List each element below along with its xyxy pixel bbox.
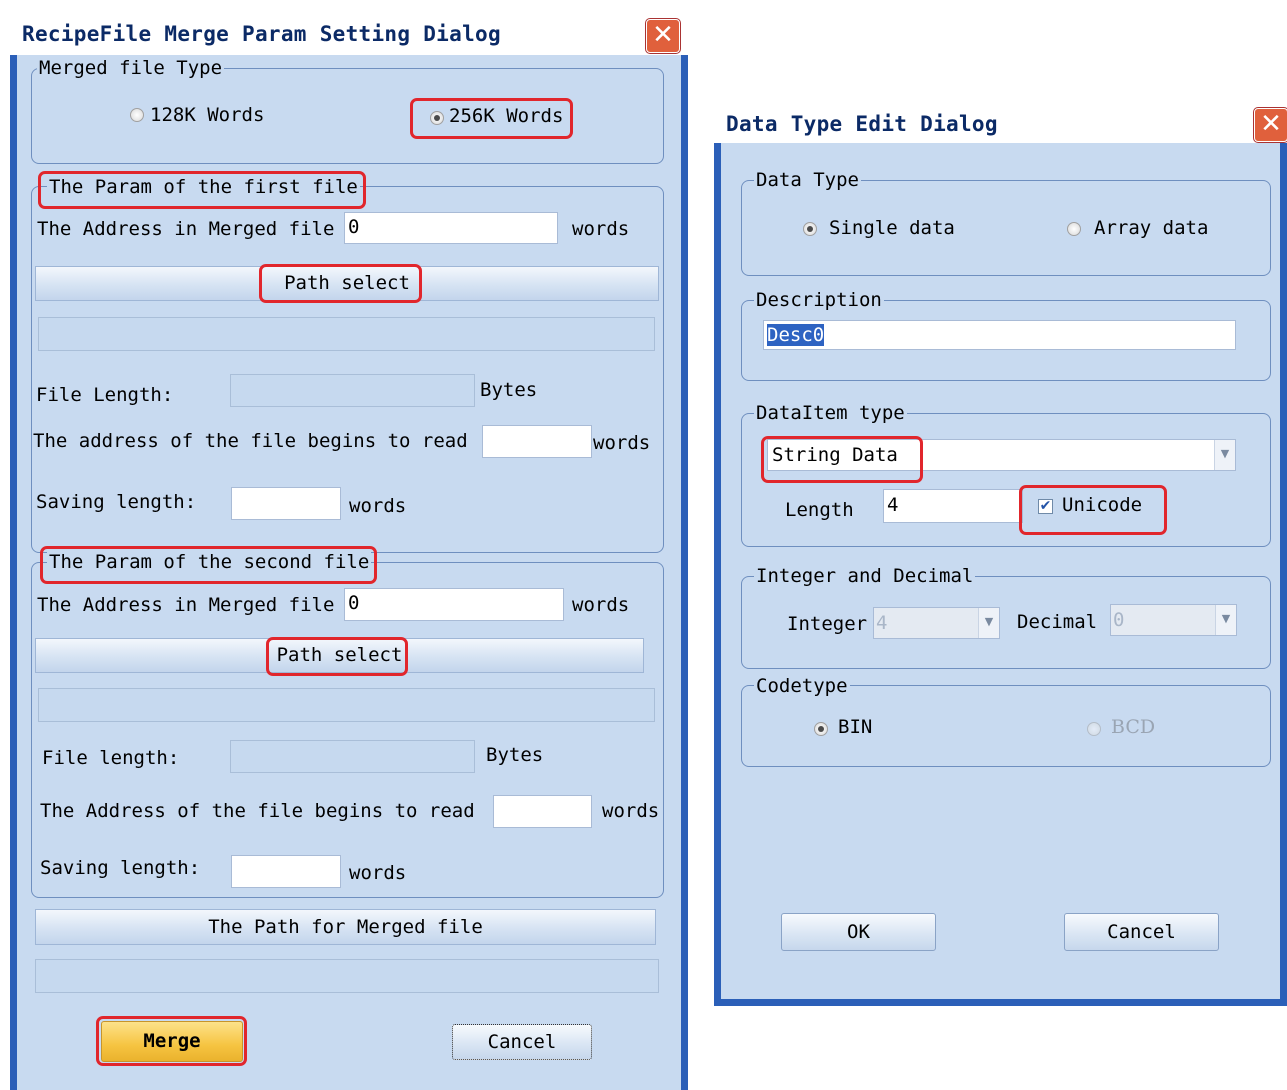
highlight-merge-button xyxy=(96,1016,247,1066)
data-type-legend: Data Type xyxy=(754,169,861,191)
first-begin-unit: words xyxy=(593,432,651,454)
highlight-first-file-legend xyxy=(38,171,366,209)
description-legend: Description xyxy=(754,289,884,311)
ok-button-label: OK xyxy=(847,921,870,943)
first-begin-input[interactable] xyxy=(482,425,592,458)
highlight-unicode xyxy=(1019,485,1167,535)
close-icon[interactable]: ✕ xyxy=(646,19,680,53)
recipe-merge-dialog: RecipeFile Merge Param Setting Dialog ✕ … xyxy=(10,10,688,1090)
first-saving-label: Saving length: xyxy=(36,491,197,513)
second-path-display xyxy=(38,688,655,722)
merged-path-display xyxy=(35,959,659,993)
second-begin-input[interactable] xyxy=(493,795,592,828)
second-begin-label: The Address of the file begins to read xyxy=(40,800,475,822)
recipe-cancel-label: Cancel xyxy=(487,1031,557,1053)
second-file-length-unit: Bytes xyxy=(486,744,544,766)
radio-single-data[interactable] xyxy=(803,222,817,236)
first-file-length-label: File Length: xyxy=(36,384,174,406)
merged-type-legend: Merged file Type xyxy=(37,57,225,79)
integer-select[interactable]: 4 ▼ xyxy=(873,607,1000,639)
decimal-select[interactable]: 0 ▼ xyxy=(1110,604,1237,636)
decimal-label: Decimal xyxy=(1017,611,1098,633)
highlight-first-path-select xyxy=(259,264,422,303)
first-file-length-unit: Bytes xyxy=(480,379,538,401)
second-saving-unit: words xyxy=(349,862,407,884)
integer-label: Integer xyxy=(787,613,868,635)
second-file-length-field xyxy=(230,740,475,773)
second-saving-label: Saving length: xyxy=(40,857,201,879)
integer-value: 4 xyxy=(876,612,888,634)
second-address-label: The Address in Merged file xyxy=(37,594,335,616)
close-icon[interactable]: ✕ xyxy=(1254,108,1287,142)
datatype-client-area: Data Type Single data Array data Descrip… xyxy=(721,143,1280,999)
chevron-down-icon[interactable]: ▼ xyxy=(1214,440,1235,470)
chevron-down-icon[interactable]: ▼ xyxy=(978,608,999,638)
first-file-length-field xyxy=(230,374,475,407)
radio-bin-label[interactable]: BIN xyxy=(838,716,872,738)
radio-bcd[interactable] xyxy=(1087,722,1101,736)
chevron-down-icon[interactable]: ▼ xyxy=(1215,605,1236,635)
second-address-unit: words xyxy=(572,594,630,616)
recipe-cancel-button[interactable]: Cancel xyxy=(452,1024,592,1060)
first-address-input[interactable]: 0 xyxy=(344,212,558,244)
second-file-length-label: File length: xyxy=(42,747,180,769)
second-begin-unit: words xyxy=(602,800,660,822)
merged-path-label: The Path for Merged file xyxy=(208,916,483,938)
decimal-value: 0 xyxy=(1113,609,1125,631)
highlight-second-file-legend xyxy=(40,546,377,584)
length-label: Length xyxy=(785,499,854,521)
first-path-display xyxy=(38,317,655,351)
data-type-edit-dialog: Data Type Edit Dialog ✕ Data Type Single… xyxy=(714,98,1287,1006)
first-address-label: The Address in Merged file xyxy=(37,218,335,240)
radio-128k-label[interactable]: 128K Words xyxy=(150,104,264,126)
radio-bin[interactable] xyxy=(814,722,828,736)
integer-decimal-legend: Integer and Decimal xyxy=(754,565,976,587)
first-saving-unit: words xyxy=(349,495,407,517)
second-saving-input[interactable] xyxy=(231,855,341,888)
highlight-string-data xyxy=(761,436,923,483)
codetype-legend: Codetype xyxy=(754,675,850,697)
merged-path-button[interactable]: The Path for Merged file xyxy=(35,909,656,945)
highlight-256k xyxy=(410,98,573,139)
description-input[interactable]: Desc0 xyxy=(763,320,1236,350)
dataitem-type-legend: DataItem type xyxy=(754,402,907,424)
datatype-cancel-label: Cancel xyxy=(1107,921,1176,943)
description-value: Desc0 xyxy=(767,324,825,346)
recipe-dialog-title: RecipeFile Merge Param Setting Dialog xyxy=(22,22,501,46)
radio-128k[interactable] xyxy=(130,108,144,122)
datatype-cancel-button[interactable]: Cancel xyxy=(1064,913,1219,951)
first-begin-label: The address of the file begins to read xyxy=(33,430,468,452)
ok-button[interactable]: OK xyxy=(781,913,936,951)
first-saving-input[interactable] xyxy=(231,487,341,520)
datatype-dialog-title: Data Type Edit Dialog xyxy=(726,112,998,136)
radio-array-data-label[interactable]: Array data xyxy=(1094,217,1208,239)
length-input[interactable]: 4 xyxy=(883,489,1023,523)
radio-array-data[interactable] xyxy=(1067,222,1081,236)
highlight-second-path-select xyxy=(266,637,408,676)
first-address-unit: words xyxy=(572,218,630,240)
radio-single-data-label[interactable]: Single data xyxy=(829,217,955,239)
recipe-client-area: Merged file Type 128K Words 256K Words T… xyxy=(17,55,681,1090)
radio-bcd-label[interactable]: BCD xyxy=(1111,716,1155,738)
second-address-input[interactable]: 0 xyxy=(344,588,564,621)
